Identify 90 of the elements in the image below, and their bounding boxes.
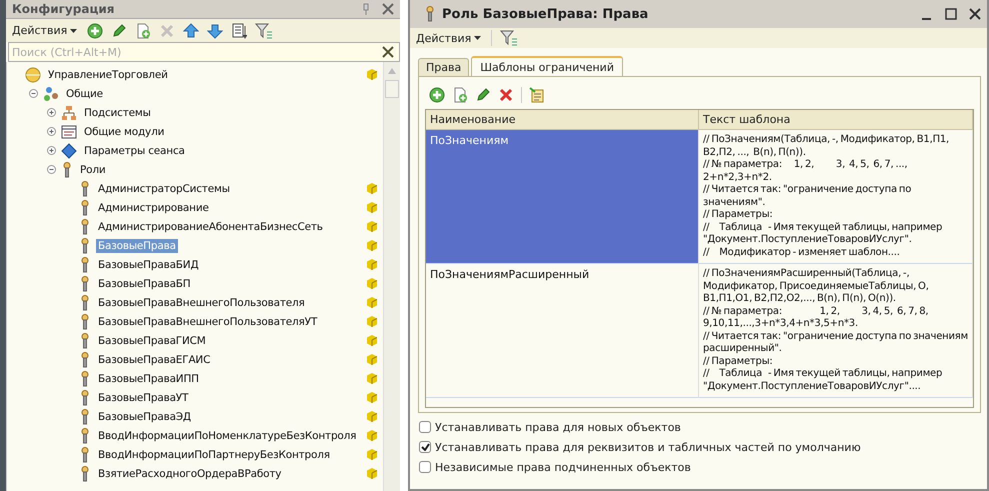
pencil-icon[interactable] — [475, 87, 491, 103]
delete-icon[interactable] — [498, 87, 514, 103]
tab[interactable]: Права — [418, 58, 470, 76]
pencil-icon[interactable] — [111, 22, 128, 38]
tree-item[interactable]: Роли — [78, 162, 108, 176]
key-icon — [79, 294, 91, 310]
tree-item[interactable]: ВводИнформацииПоНоменклатуреБезКонтроля — [96, 428, 358, 442]
module-icon — [61, 124, 77, 140]
key-icon — [79, 238, 91, 254]
expand-icon[interactable] — [47, 146, 56, 155]
column-header[interactable]: Текст шаблона — [699, 110, 973, 130]
tree-item[interactable]: ВзятиеРасходногоОрдераВРаботу — [96, 466, 284, 480]
key-icon — [79, 446, 91, 462]
tree-item[interactable]: БазовыеПраваУТ — [96, 390, 190, 404]
key-icon — [79, 390, 91, 406]
table-cell: // ПоЗначениямРасширенный(Таблица, -, Модификатор, ПрисоединяемыеТаблицы, О, В1,П1,О1, В2,П2,О2,..., В(n), П(n), О(n)). // № параметра: 1, 2, 3, 4, 5, 6, 7, 8, 9,10,11,...,3+n*3,4+n*3,5+n*3. // Читается так: "ограничение доступа по значениям расширенный". // Параметры: // Таблица - Имя текущей таблицы, например "Документ.ПоступлениеТоваровИУслуг".... — [699, 264, 973, 398]
tree-item[interactable]: АдминистрированиеАбонентаБизнесСеть — [96, 220, 325, 234]
checkbox[interactable] — [419, 461, 431, 473]
arrow-down-icon[interactable] — [207, 22, 224, 38]
hierarchy-icon — [61, 104, 77, 120]
tree-item[interactable]: БазовыеПраваЭД — [96, 410, 193, 424]
tree-item[interactable]: БазовыеПраваБП — [96, 276, 192, 290]
tree-item[interactable]: Параметры сеанса — [82, 144, 187, 158]
template-icon[interactable] — [529, 87, 545, 103]
tree-item[interactable]: УправлениеТорговлей — [46, 68, 170, 82]
table-cell[interactable]: ПоЗначениям — [426, 130, 699, 264]
tab[interactable]: Шаблоны ограничений — [471, 56, 623, 77]
table-cell: // ПоЗначениям(Таблица, -, Модификатор, В1,П1, В2,П2, ..., В(n), П(n)). // № параметра: 1, 2, 3, 4, 5, 6, 7, ..., 2+n*2,3+n*2. // Читается так: "ограничение доступа по значениям". // Параметры: // Таблица - Имя текущей таблицы, например "Документ.ПоступлениеТоваровИУслуг". // Модификатор - изменяет шаблон.... — [699, 130, 973, 264]
expand-icon[interactable] — [47, 127, 56, 136]
tree-item[interactable]: Общие — [64, 86, 105, 100]
tree-item[interactable]: БазовыеПраваВнешнегоПользователяУТ — [96, 314, 320, 328]
close-icon[interactable] — [969, 8, 981, 20]
copy-icon[interactable] — [452, 87, 468, 103]
key-icon — [79, 218, 91, 234]
scroll-up-icon — [388, 68, 396, 74]
key-icon — [79, 466, 91, 482]
key-icon — [79, 200, 91, 216]
window-title: Роль БазовыеПрава: Права — [442, 6, 650, 22]
tree-item[interactable]: Общие модули — [82, 124, 166, 138]
tree-item[interactable]: БазовыеПраваИПП — [96, 372, 201, 386]
tree-item[interactable]: ВводИнформацииПоПартнеруБезКонтроля — [96, 448, 332, 462]
clear-icon[interactable] — [382, 46, 394, 58]
tree-item[interactable]: БазовыеПраваВнешнегоПользователя — [96, 296, 307, 310]
checkbox-label: Независимые права подчиненных объектов — [435, 460, 691, 474]
collapse-icon[interactable] — [47, 165, 56, 174]
search-field[interactable]: Поиск (Ctrl+Alt+M) — [8, 42, 400, 62]
key-icon — [61, 162, 73, 178]
diamond-icon — [61, 142, 77, 158]
key-icon — [424, 6, 436, 22]
scrollbar[interactable] — [383, 62, 400, 491]
key-icon — [79, 370, 91, 386]
caret-icon — [474, 36, 482, 40]
shapes-icon — [43, 86, 59, 102]
checkbox[interactable] — [419, 421, 431, 433]
key-icon — [79, 332, 91, 348]
scroll-thumb[interactable] — [385, 80, 399, 98]
actions-menu[interactable]: Действия — [414, 30, 484, 46]
arrow-up-icon[interactable] — [183, 22, 200, 38]
tree-item[interactable]: БазовыеПраваГИСМ — [96, 334, 208, 348]
key-icon — [79, 352, 91, 368]
panel-title: Конфигурация — [12, 2, 116, 16]
key-icon — [79, 314, 91, 330]
checkmark-icon — [420, 443, 430, 451]
key-icon — [79, 276, 91, 292]
key-icon — [79, 256, 91, 272]
checkbox[interactable] — [419, 441, 431, 453]
copy-icon[interactable] — [135, 22, 152, 38]
tree-item[interactable]: БазовыеПраваЕГАИС — [96, 352, 212, 366]
caret-icon — [70, 28, 78, 32]
tree-item[interactable]: АдминистраторСистемы — [96, 182, 232, 196]
filter-icon[interactable] — [255, 22, 274, 40]
key-icon — [79, 408, 91, 424]
table-cell[interactable]: ПоЗначениямРасширенный — [426, 264, 699, 398]
maximize-icon[interactable] — [945, 8, 957, 20]
tree-item[interactable]: Подсистемы — [82, 106, 153, 120]
collapse-icon[interactable] — [29, 89, 38, 98]
filter-icon[interactable] — [500, 29, 518, 47]
checkbox-label: Устанавливать права для новых объектов — [435, 420, 681, 434]
close-icon[interactable] — [382, 3, 394, 15]
expand-icon[interactable] — [47, 108, 56, 117]
key-icon — [79, 180, 91, 196]
tree-item[interactable]: Администрирование — [96, 200, 211, 214]
list-icon[interactable] — [231, 22, 248, 38]
checkbox-label: Устанавливать права для реквизитов и табличных частей по умолчанию — [435, 440, 861, 454]
sphere-icon — [25, 66, 41, 82]
actions-menu[interactable]: Действия — [10, 23, 80, 38]
add-icon[interactable] — [429, 87, 445, 103]
add-icon[interactable] — [87, 22, 104, 38]
tree-item[interactable]: БазовыеПраваБИД — [96, 258, 200, 272]
key-icon — [79, 428, 91, 444]
